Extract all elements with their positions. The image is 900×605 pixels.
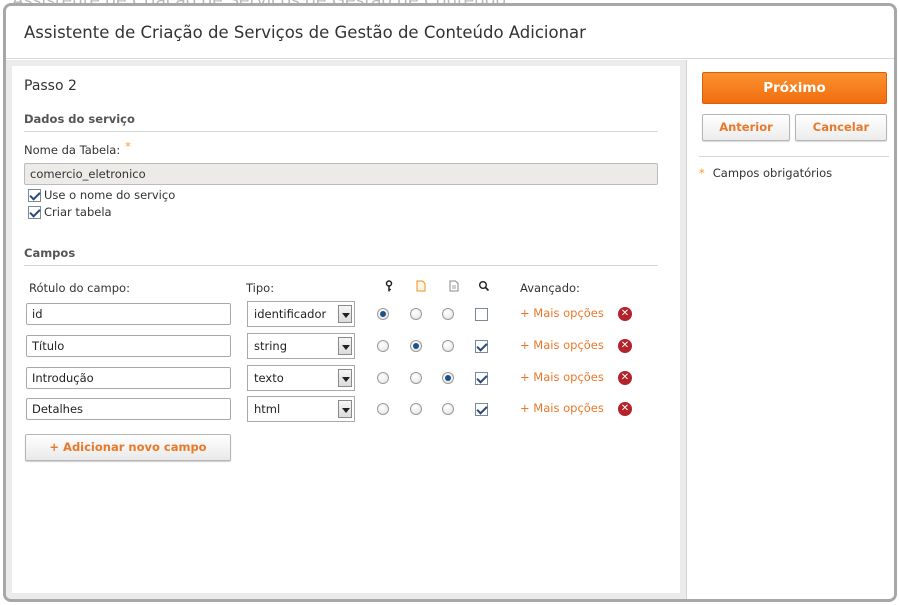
field-row: id identificador + Mais opções ✕: [12, 301, 692, 327]
create-table-checkbox[interactable]: [28, 205, 41, 219]
wizard-dialog: Assistente de Criação de Serviços de Ges…: [3, 3, 897, 602]
summary-radio[interactable]: [442, 403, 454, 415]
search-icon: [479, 281, 490, 292]
more-options-link[interactable]: + Mais opções: [520, 338, 604, 352]
key-icon: [385, 280, 393, 292]
field-type-select[interactable]: identificador: [247, 301, 355, 327]
more-options-link[interactable]: + Mais opções: [520, 306, 604, 320]
dialog-title: Assistente de Criação de Serviços de Ges…: [24, 22, 586, 42]
field-type-value: identificador: [254, 307, 327, 321]
title-radio[interactable]: [410, 308, 422, 320]
cancel-button[interactable]: Cancelar: [795, 114, 887, 141]
summary-radio[interactable]: [442, 372, 454, 384]
field-type-value: string: [254, 339, 288, 353]
create-table-option[interactable]: Criar tabela: [28, 205, 112, 219]
use-service-name-option[interactable]: Use o nome do serviço: [28, 188, 175, 202]
field-type-select[interactable]: texto: [247, 365, 355, 391]
summary-radio[interactable]: [442, 308, 454, 320]
more-options-link[interactable]: + Mais opções: [520, 401, 604, 415]
title-icon: [416, 280, 426, 292]
key-radio[interactable]: [377, 372, 389, 384]
key-radio[interactable]: [377, 340, 389, 352]
advanced-header: Avançado:: [520, 281, 580, 295]
use-service-name-checkbox[interactable]: [28, 188, 41, 202]
required-star-icon: *: [699, 166, 705, 180]
title-radio[interactable]: [410, 340, 422, 352]
fields-section-title: Campos: [24, 246, 658, 266]
previous-button[interactable]: Anterior: [702, 114, 790, 141]
actions-sidebar: Próximo Anterior Cancelar * Campos obrig…: [686, 60, 894, 599]
required-fields-note: * Campos obrigatórios: [699, 166, 832, 180]
key-radio[interactable]: [377, 308, 389, 320]
chevron-down-icon[interactable]: [338, 337, 352, 355]
field-label-input[interactable]: Detalhes: [26, 398, 231, 420]
next-button[interactable]: Próximo: [702, 72, 887, 104]
field-row: Introdução texto + Mais opções ✕: [12, 365, 692, 391]
more-options-link[interactable]: + Mais opções: [520, 370, 604, 384]
searchable-checkbox[interactable]: [475, 403, 488, 416]
searchable-checkbox[interactable]: [475, 308, 488, 321]
searchable-checkbox[interactable]: [475, 372, 488, 385]
left-pane: Passo 2 Dados do serviço Nome da Tabela:…: [6, 60, 686, 599]
chevron-down-icon[interactable]: [338, 305, 352, 323]
field-row: Título string + Mais opções ✕: [12, 333, 692, 359]
key-radio[interactable]: [377, 403, 389, 415]
field-type-value: texto: [254, 371, 284, 385]
create-table-label: Criar tabela: [44, 205, 112, 219]
title-radio[interactable]: [410, 403, 422, 415]
use-service-name-label: Use o nome do serviço: [44, 188, 176, 202]
table-name-label: Nome da Tabela: *: [24, 140, 131, 157]
sidebar-divider: [699, 156, 889, 157]
chevron-down-icon[interactable]: [338, 369, 352, 387]
field-type-value: html: [254, 402, 281, 416]
field-row: Detalhes html + Mais opções ✕: [12, 396, 692, 422]
service-section-title: Dados do serviço: [24, 112, 658, 132]
field-type-header: Tipo:: [246, 281, 275, 295]
field-type-select[interactable]: string: [247, 333, 355, 359]
searchable-checkbox[interactable]: [475, 340, 488, 353]
delete-field-icon[interactable]: ✕: [618, 371, 632, 385]
field-label-input[interactable]: Título: [26, 335, 231, 357]
required-fields-text: Campos obrigatórios: [712, 166, 833, 180]
field-label-input[interactable]: id: [26, 303, 231, 325]
summary-icon: [449, 280, 459, 292]
table-name-label-text: Nome da Tabela:: [24, 143, 121, 157]
form-panel: Passo 2 Dados do serviço Nome da Tabela:…: [12, 66, 680, 593]
chevron-down-icon[interactable]: [338, 400, 352, 418]
delete-field-icon[interactable]: ✕: [618, 402, 632, 416]
field-label-header: Rótulo do campo:: [29, 281, 130, 295]
delete-field-icon[interactable]: ✕: [618, 339, 632, 353]
dialog-header: Assistente de Criação de Serviços de Ges…: [6, 6, 894, 59]
title-radio[interactable]: [410, 372, 422, 384]
required-star-icon: *: [125, 140, 131, 153]
step-title: Passo 2: [24, 78, 77, 94]
field-label-input[interactable]: Introdução: [26, 367, 231, 389]
add-field-button[interactable]: + Adicionar novo campo: [25, 434, 231, 461]
field-type-select[interactable]: html: [247, 396, 355, 422]
summary-radio[interactable]: [442, 340, 454, 352]
table-name-input[interactable]: comercio_eletronico: [24, 163, 658, 185]
delete-field-icon[interactable]: ✕: [618, 307, 632, 321]
